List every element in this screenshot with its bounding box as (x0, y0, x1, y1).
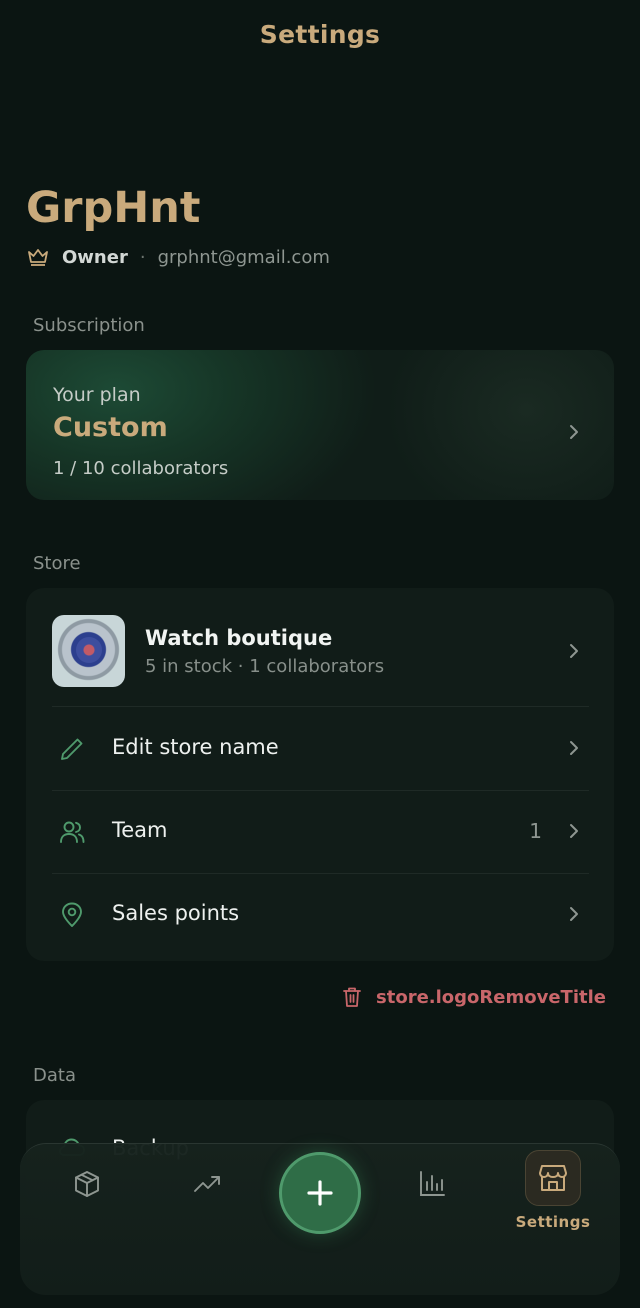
store-meta: 5 in stock · 1 collaborators (145, 656, 385, 677)
map-pin-icon (58, 901, 86, 929)
chevron-right-icon (567, 739, 581, 757)
plan-label: Your plan (53, 384, 141, 406)
plus-icon (307, 1180, 333, 1206)
trending-up-icon (194, 1176, 220, 1192)
crown-icon (26, 245, 50, 269)
add-button[interactable] (279, 1152, 361, 1234)
store-header-row[interactable]: Watch boutique 5 in stock · 1 collaborat… (26, 588, 614, 706)
plan-name: Custom (53, 412, 168, 443)
chevron-right-icon (567, 822, 581, 840)
pencil-icon (58, 735, 86, 763)
plan-collaborators: 1 / 10 collaborators (53, 458, 229, 479)
team-label: Team (112, 818, 168, 842)
store-section-label: Store (33, 553, 81, 574)
chevron-right-icon (567, 905, 581, 923)
trash-icon (342, 986, 362, 1008)
profile-name: GrpHnt (26, 183, 201, 233)
bar-chart-icon (420, 1171, 445, 1196)
sales-points-row[interactable]: Sales points (26, 873, 614, 956)
store-logo (52, 615, 125, 687)
chevron-right-icon (567, 423, 581, 441)
role-label: Owner (62, 246, 128, 268)
email-label: grphnt@gmail.com (157, 246, 330, 268)
box-icon (75, 1171, 99, 1197)
tab-trends[interactable] (187, 1164, 227, 1204)
chevron-right-icon (567, 642, 581, 660)
data-section-label: Data (33, 1065, 76, 1086)
edit-store-name-label: Edit store name (112, 735, 279, 759)
tab-settings-label: Settings (515, 1213, 591, 1231)
page-title: Settings (259, 20, 381, 49)
meta-separator: · (139, 246, 146, 268)
store-name: Watch boutique (145, 626, 333, 650)
tab-inventory[interactable] (67, 1164, 107, 1204)
edit-store-name-row[interactable]: Edit store name (26, 707, 614, 790)
remove-logo-button[interactable]: store.logoRemoveTitle (342, 986, 606, 1008)
profile-meta: Owner · grphnt@gmail.com (26, 244, 330, 270)
subscription-section-label: Subscription (33, 315, 145, 336)
sales-points-label: Sales points (112, 901, 240, 925)
tab-settings[interactable] (525, 1150, 581, 1206)
bottom-tab-bar: Settings (20, 1143, 620, 1295)
users-icon (58, 818, 86, 846)
team-row[interactable]: Team 1 (26, 790, 614, 873)
store-icon (539, 1165, 567, 1191)
plan-card[interactable]: Your plan Custom 1 / 10 collaborators (26, 350, 614, 500)
team-count: 1 (529, 819, 542, 843)
remove-logo-label: store.logoRemoveTitle (376, 986, 606, 1008)
tab-stats[interactable] (412, 1164, 452, 1204)
store-card: Watch boutique 5 in stock · 1 collaborat… (26, 588, 614, 961)
